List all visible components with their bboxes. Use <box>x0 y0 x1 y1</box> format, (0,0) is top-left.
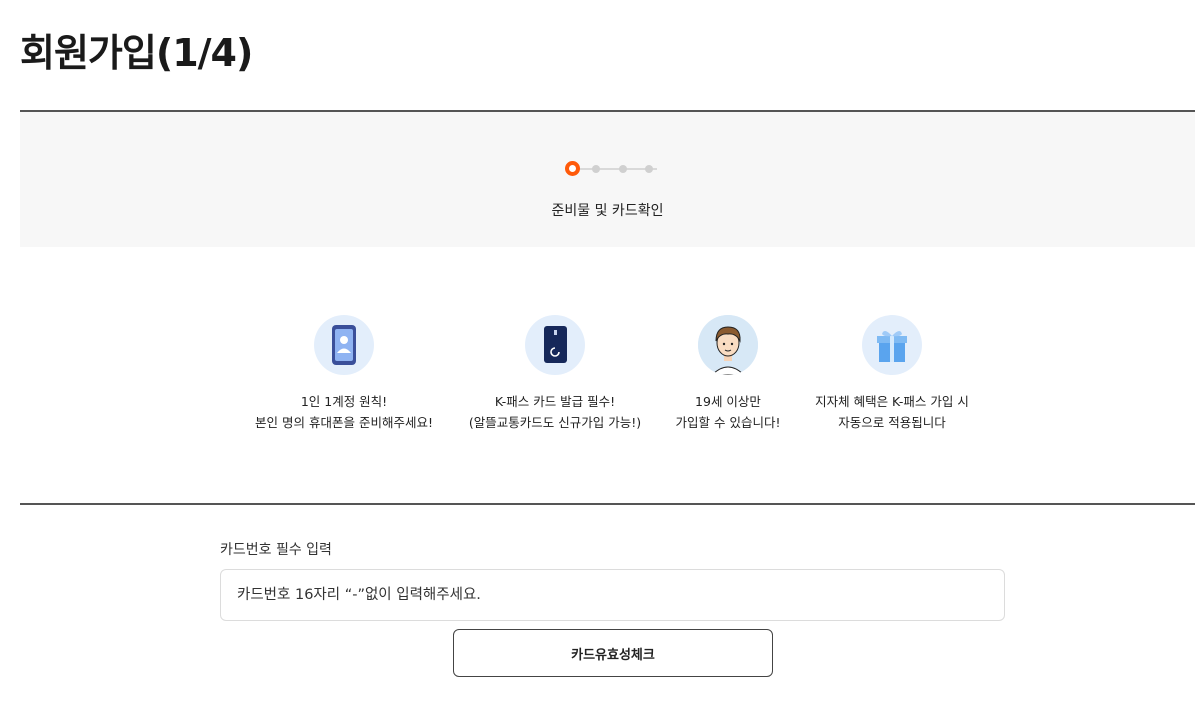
step-progress-panel: 준비물 및 카드확인 <box>20 110 1195 247</box>
step-indicator <box>565 161 661 177</box>
requirement-benefits: 지자체 혜택은 K-패스 가입 시 자동으로 적용됩니다 <box>792 315 992 433</box>
step-dot-3 <box>619 165 627 173</box>
requirement-phone: 1인 1계정 원칙! 본인 명의 휴대폰을 준비해주세요! <box>244 315 444 433</box>
card-number-input[interactable] <box>220 569 1005 621</box>
step-label: 준비물 및 카드확인 <box>551 203 664 219</box>
page-title: 회원가입(1/4) <box>20 31 253 75</box>
requirement-phone-detail: 본인 명의 휴대폰을 준비해주세요! <box>255 415 433 430</box>
smartphone-user-icon <box>314 315 374 375</box>
requirement-card: K-패스 카드 발급 필수! (알뜰교통카드도 신규가입 가능!) <box>455 315 655 433</box>
requirement-phone-title: 1인 1계정 원칙! <box>300 394 388 409</box>
form-divider <box>20 503 1195 505</box>
step-dot-1-active <box>565 161 580 176</box>
step-dot-2 <box>592 165 600 173</box>
requirement-card-title: K-패스 카드 발급 필수! <box>494 394 616 409</box>
signup-requirements: 1인 1계정 원칙! 본인 명의 휴대폰을 준비해주세요! K-패스 카드 발급… <box>244 315 984 445</box>
card-number-label: 카드번호 필수 입력 <box>220 542 332 558</box>
requirement-benefits-detail: 자동으로 적용됩니다 <box>838 415 946 430</box>
step-dot-4 <box>645 165 653 173</box>
requirement-card-detail: (알뜰교통카드도 신규가입 가능!) <box>468 415 642 430</box>
card-validity-check-button[interactable]: 카드유효성체크 <box>453 629 773 677</box>
kpass-card-icon <box>525 315 585 375</box>
gift-box-icon <box>862 315 922 375</box>
person-avatar-icon <box>698 315 758 375</box>
requirement-benefits-title: 지자체 혜택은 K-패스 가입 시 <box>815 394 969 409</box>
